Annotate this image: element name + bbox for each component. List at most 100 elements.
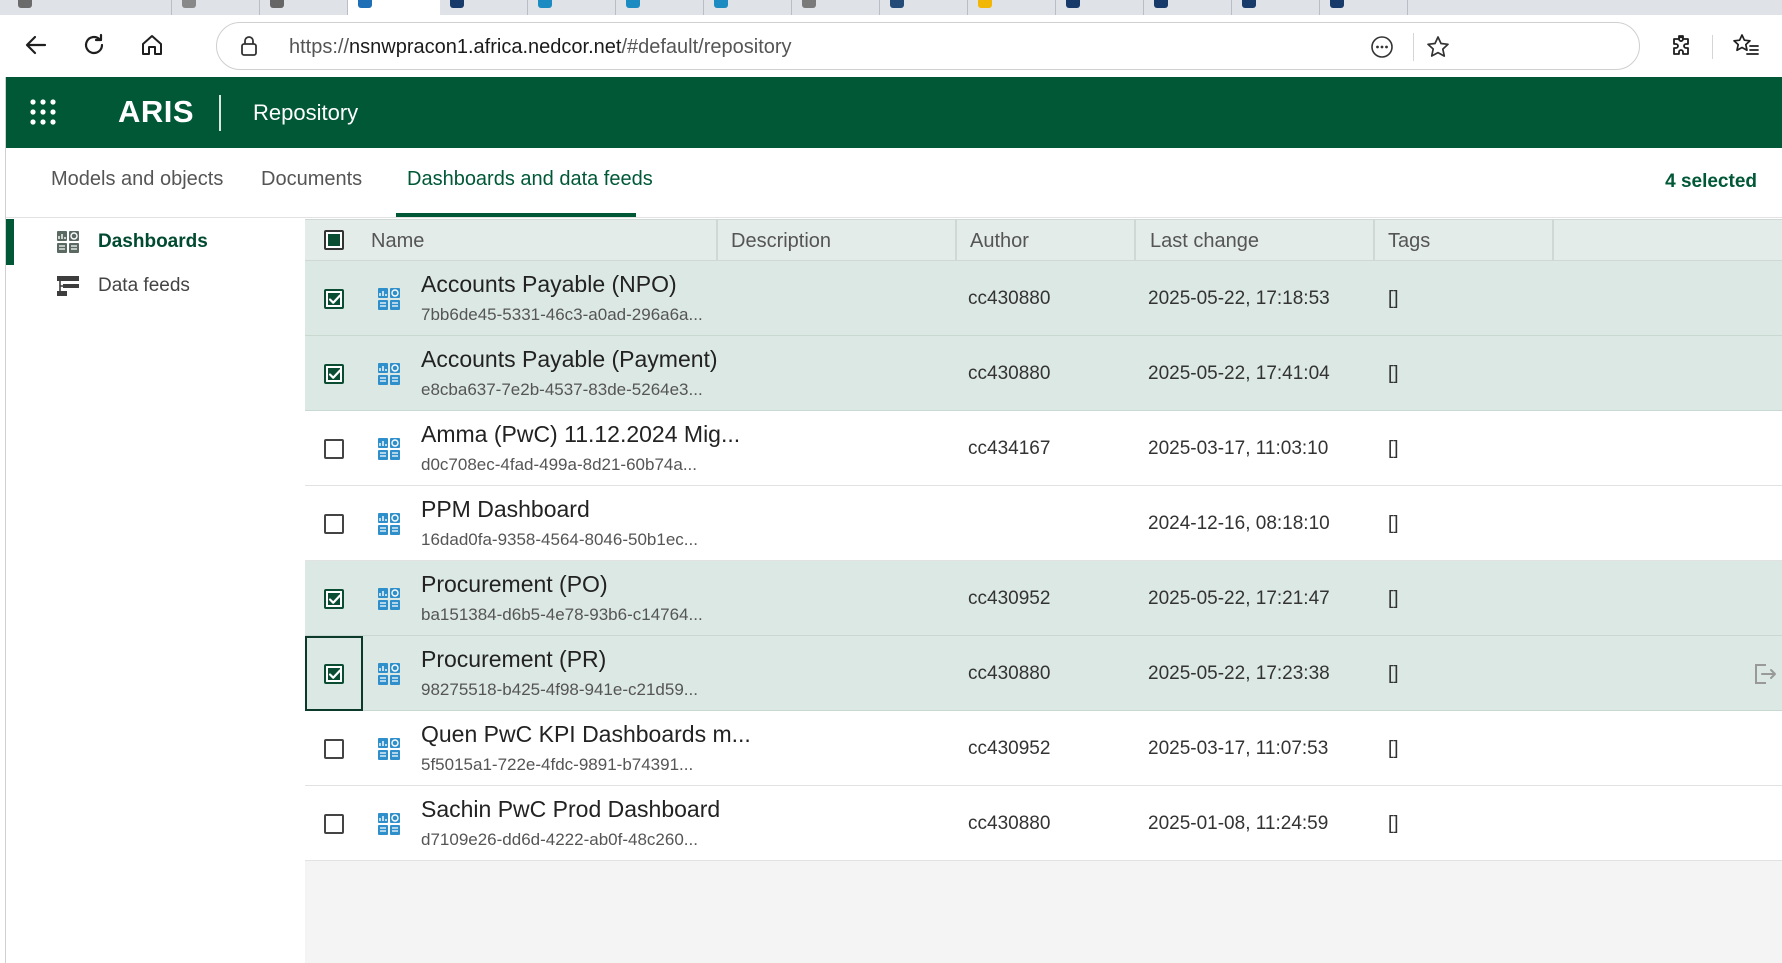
row-id: d0c708ec-4fad-499a-8d21-60b74a... bbox=[421, 455, 697, 474]
browser-tab[interactable] bbox=[1144, 0, 1232, 15]
column-header-tags[interactable]: Tags bbox=[1388, 230, 1430, 253]
dashboard-icon bbox=[378, 587, 400, 610]
table-row[interactable]: PPM Dashboard 16dad0fa-9358-4564-8046-50b… bbox=[305, 486, 1782, 561]
more-icon[interactable] bbox=[1367, 32, 1397, 62]
tab-dashboards-and-data-feeds[interactable]: Dashboards and data feeds bbox=[407, 168, 653, 191]
app-launcher-icon[interactable] bbox=[28, 97, 58, 127]
app-brand[interactable]: ARIS bbox=[118, 94, 194, 130]
row-name[interactable]: Amma (PwC) 11.12.2024 Mig... bbox=[421, 421, 740, 448]
page-title: Repository bbox=[253, 100, 359, 125]
row-checkbox[interactable] bbox=[324, 663, 344, 684]
column-resizer[interactable] bbox=[1134, 220, 1136, 261]
browser-tab[interactable] bbox=[968, 0, 1056, 15]
row-id: 5f5015a1-722e-4fdc-9891-b74391... bbox=[421, 755, 694, 774]
selection-count: 4 selected bbox=[1665, 171, 1757, 192]
app-header: ARIS Repository bbox=[6, 77, 1782, 148]
browser-tab[interactable] bbox=[528, 0, 616, 15]
header-divider bbox=[219, 95, 221, 131]
lock-icon[interactable] bbox=[239, 34, 259, 63]
dashboard-icon bbox=[378, 437, 400, 460]
row-name[interactable]: Accounts Payable (NPO) bbox=[421, 271, 677, 298]
table-row[interactable]: Sachin PwC Prod Dashboard d7109e26-dd6d-4… bbox=[305, 786, 1782, 861]
table-row[interactable]: Procurement (PR) 98275518-b425-4f98-941e-… bbox=[305, 636, 1782, 711]
browser-tab-active[interactable] bbox=[348, 0, 440, 15]
row-name[interactable]: Quen PwC KPI Dashboards m... bbox=[421, 721, 751, 748]
sidebar-item-label: Data feeds bbox=[98, 275, 190, 296]
column-header-author[interactable]: Author bbox=[970, 230, 1029, 253]
row-tags: [] bbox=[1388, 437, 1399, 459]
row-id: d7109e26-dd6d-4222-ab0f-48c260... bbox=[421, 830, 698, 849]
sidebar-item-dashboards[interactable]: Dashboards bbox=[6, 219, 305, 265]
browser-tab[interactable] bbox=[440, 0, 528, 15]
row-author: cc430880 bbox=[968, 662, 1051, 684]
tab-documents[interactable]: Documents bbox=[261, 168, 362, 191]
refresh-icon[interactable] bbox=[76, 27, 112, 63]
row-last-change: 2025-03-17, 11:03:10 bbox=[1148, 437, 1329, 459]
row-checkbox[interactable] bbox=[324, 513, 344, 534]
column-header-description[interactable]: Description bbox=[731, 230, 831, 253]
row-name[interactable]: Sachin PwC Prod Dashboard bbox=[421, 796, 720, 823]
row-last-change: 2025-05-22, 17:41:04 bbox=[1148, 362, 1330, 384]
dashboard-icon bbox=[57, 231, 79, 253]
dashboard-icon bbox=[378, 812, 400, 835]
extensions-icon[interactable] bbox=[1664, 27, 1700, 63]
table-row[interactable]: Accounts Payable (NPO) 7bb6de45-5331-46c3… bbox=[305, 261, 1782, 336]
row-id: e8cba637-7e2b-4537-83de-5264e3... bbox=[421, 380, 703, 399]
back-icon[interactable] bbox=[18, 27, 54, 63]
row-id: 98275518-b425-4f98-941e-c21d59... bbox=[421, 680, 698, 699]
table-row[interactable]: Accounts Payable (Payment) e8cba637-7e2b-… bbox=[305, 336, 1782, 411]
table-row[interactable]: Amma (PwC) 11.12.2024 Mig... d0c708ec-4fa… bbox=[305, 411, 1782, 486]
browser-tab-strip bbox=[0, 0, 1782, 15]
dashboard-icon bbox=[378, 737, 400, 760]
browser-tab[interactable] bbox=[1232, 0, 1320, 15]
browser-tab[interactable] bbox=[0, 0, 172, 15]
row-last-change: 2025-05-22, 17:18:53 bbox=[1148, 287, 1330, 309]
browser-tab[interactable] bbox=[1056, 0, 1144, 15]
address-bar[interactable]: https://nsnwpracon1.africa.nedcor.net/#d… bbox=[216, 22, 1640, 70]
row-tags: [] bbox=[1388, 812, 1399, 834]
sidebar-item-label: Dashboards bbox=[98, 231, 208, 252]
row-name[interactable]: Procurement (PR) bbox=[421, 646, 606, 673]
tab-models-and-objects[interactable]: Models and objects bbox=[51, 168, 223, 191]
row-checkbox[interactable] bbox=[324, 363, 344, 384]
home-icon[interactable] bbox=[134, 27, 170, 63]
row-checkbox[interactable] bbox=[324, 438, 344, 459]
table-header: Name Description Author Last change Tags bbox=[305, 219, 1782, 261]
browser-tab[interactable] bbox=[172, 0, 260, 15]
row-name[interactable]: Procurement (PO) bbox=[421, 571, 608, 598]
browser-tab[interactable] bbox=[880, 0, 968, 15]
row-author: cc430880 bbox=[968, 362, 1051, 384]
table-row[interactable]: Procurement (PO) ba151384-d6b5-4e78-93b6-… bbox=[305, 561, 1782, 636]
column-resizer[interactable] bbox=[1552, 220, 1554, 261]
row-checkbox[interactable] bbox=[324, 588, 344, 609]
select-all-checkbox[interactable] bbox=[324, 230, 344, 250]
url-text[interactable]: https://nsnwpracon1.africa.nedcor.net/#d… bbox=[289, 36, 792, 59]
browser-tab[interactable] bbox=[1320, 0, 1408, 15]
row-name[interactable]: PPM Dashboard bbox=[421, 496, 590, 523]
browser-tab[interactable] bbox=[260, 0, 348, 15]
sidebar-item-data-feeds[interactable]: Data feeds bbox=[6, 263, 305, 309]
row-checkbox[interactable] bbox=[324, 738, 344, 759]
browser-tab[interactable] bbox=[792, 0, 880, 15]
row-author: cc430952 bbox=[968, 587, 1051, 609]
row-last-change: 2025-01-08, 11:24:59 bbox=[1148, 812, 1329, 834]
row-checkbox[interactable] bbox=[324, 813, 344, 834]
browser-tab[interactable] bbox=[616, 0, 704, 15]
row-author: cc434167 bbox=[968, 437, 1051, 459]
browser-tab[interactable] bbox=[704, 0, 792, 15]
column-header-last-change[interactable]: Last change bbox=[1150, 230, 1259, 253]
open-export-icon[interactable] bbox=[1750, 660, 1778, 688]
favorite-star-icon[interactable] bbox=[1423, 32, 1453, 62]
row-last-change: 2025-05-22, 17:23:38 bbox=[1148, 662, 1330, 684]
table-row[interactable]: Quen PwC KPI Dashboards m... 5f5015a1-722… bbox=[305, 711, 1782, 786]
row-checkbox[interactable] bbox=[324, 288, 344, 309]
row-id: ba151384-d6b5-4e78-93b6-c14764... bbox=[421, 605, 703, 624]
column-resizer[interactable] bbox=[716, 220, 718, 261]
row-name[interactable]: Accounts Payable (Payment) bbox=[421, 346, 718, 373]
column-resizer[interactable] bbox=[1373, 220, 1375, 261]
column-resizer[interactable] bbox=[955, 220, 957, 261]
dashboard-icon bbox=[378, 662, 400, 685]
favorites-list-icon[interactable] bbox=[1728, 27, 1764, 63]
dashboard-icon bbox=[378, 512, 400, 535]
column-header-name[interactable]: Name bbox=[371, 230, 424, 253]
